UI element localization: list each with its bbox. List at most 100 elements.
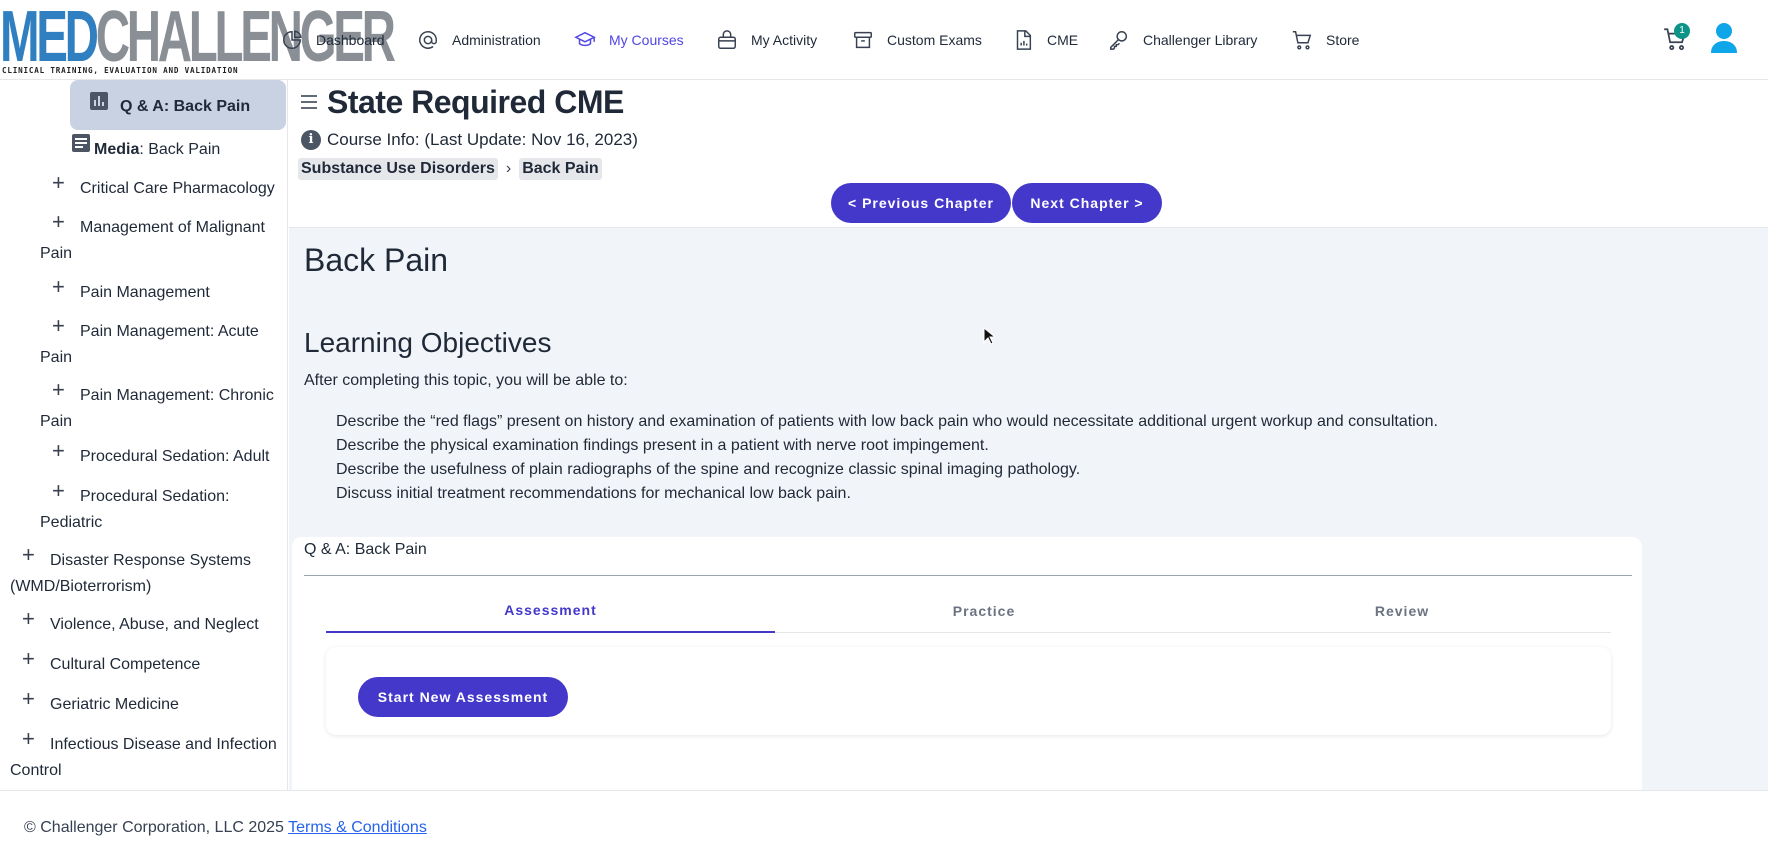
next-chapter-button[interactable]: Next Chapter > <box>1012 183 1162 223</box>
sidebar-item-procedural-sedation-pediatric[interactable]: + Procedural Sedation: Pediatric <box>40 478 287 536</box>
sidebar-item-label-wrap: Control <box>10 762 62 779</box>
sidebar-item-label: Management of Malignant <box>80 219 265 236</box>
nav-my-activity[interactable]: My Activity <box>715 26 817 54</box>
sidebar-item-label: Infectious Disease and Infection <box>50 736 277 753</box>
sidebar-item-label: Disaster Response Systems <box>50 552 251 569</box>
sidebar-item-qa-back-pain[interactable]: Q & A: Back Pain <box>70 80 286 130</box>
user-icon <box>1711 23 1737 53</box>
objective-item: Discuss initial treatment recommendation… <box>336 485 851 502</box>
sidebar-item-label-wrap: Pain <box>40 413 73 430</box>
learning-objectives-heading: Learning Objectives <box>304 327 552 358</box>
footer-copyright: © Challenger Corporation, LLC 2025 Terms… <box>24 819 427 837</box>
breadcrumb-item-back-pain[interactable]: Back Pain <box>519 158 602 180</box>
terms-link[interactable]: Terms & Conditions <box>288 819 427 836</box>
sidebar-item-management-malignant-pain[interactable]: + Management of Malignant Pain <box>40 209 287 267</box>
nav-custom-exams-label: Custom Exams <box>887 32 982 48</box>
breadcrumb-item-substance-use[interactable]: Substance Use Disorders <box>298 158 498 180</box>
nav-store-label: Store <box>1326 32 1360 48</box>
divider <box>304 575 1632 576</box>
nav-my-courses-label: My Courses <box>609 32 684 48</box>
document-chart-icon <box>1011 28 1035 52</box>
sidebar-item-pain-management-acute[interactable]: + Pain Management: Acute Pain <box>40 313 287 371</box>
nav-challenger-library-label: Challenger Library <box>1143 32 1258 48</box>
course-sidebar: Q & A: Back Pain Media: Back Pain + Crit… <box>0 80 288 790</box>
cart-count-badge: 1 <box>1674 23 1690 39</box>
media-label: : Back Pain <box>139 141 221 158</box>
tab-review[interactable]: Review <box>1193 589 1611 633</box>
nav-my-courses[interactable]: My Courses <box>573 26 684 54</box>
breadcrumb: Substance Use Disorders › Back Pain <box>298 158 602 180</box>
course-header: State Required CME i Course Info: (Last … <box>289 80 1768 228</box>
course-info: i Course Info: (Last Update: Nov 16, 202… <box>301 130 638 150</box>
copyright-text: © Challenger Corporation, LLC 2025 <box>24 819 284 836</box>
info-icon[interactable]: i <box>301 130 321 150</box>
nav-dashboard[interactable]: Dashboard <box>280 26 385 54</box>
expand-plus-icon: + <box>52 274 65 299</box>
sidebar-item-label: Geriatric Medicine <box>50 696 179 713</box>
nav-dashboard-label: Dashboard <box>316 32 385 48</box>
nav-custom-exams[interactable]: Custom Exams <box>851 26 982 54</box>
archive-icon <box>851 28 875 52</box>
sidebar-item-label: Critical Care Pharmacology <box>80 180 275 197</box>
expand-plus-icon: + <box>22 646 35 671</box>
tab-practice[interactable]: Practice <box>775 589 1193 633</box>
sidebar-item-label-wrap: Pain <box>40 349 73 366</box>
topic-title: Back Pain <box>304 242 449 278</box>
nav-my-activity-label: My Activity <box>751 32 818 48</box>
qa-tabs: Assessment Practice Review <box>326 589 1611 633</box>
mouse-cursor-icon <box>983 326 997 350</box>
pie-chart-icon <box>280 28 304 52</box>
expand-plus-icon: + <box>52 209 65 234</box>
nav-administration[interactable]: Administration <box>416 26 541 54</box>
sidebar-item-label-wrap: Pediatric <box>40 514 103 531</box>
graduation-cap-icon <box>573 28 597 52</box>
sidebar-item-infectious-disease[interactable]: + Infectious Disease and Infection Contr… <box>10 726 287 784</box>
nav-store[interactable]: Store <box>1290 26 1359 54</box>
nav-cme-label: CME <box>1047 32 1079 48</box>
expand-plus-icon: + <box>22 606 35 631</box>
nav-challenger-library[interactable]: Challenger Library <box>1107 26 1257 54</box>
user-avatar[interactable] <box>1710 22 1738 54</box>
sidebar-item-label: Procedural Sedation: <box>80 488 230 505</box>
briefcase-icon <box>715 28 739 52</box>
expand-plus-icon: + <box>22 686 35 711</box>
expand-plus-icon: + <box>22 542 35 567</box>
nav-cme[interactable]: CME <box>1011 26 1078 54</box>
objective-item: Describe the physical examination findin… <box>336 437 989 454</box>
sidebar-item-pain-management[interactable]: + Pain Management <box>40 274 287 306</box>
expand-plus-icon: + <box>22 726 35 751</box>
expand-plus-icon: + <box>52 170 65 195</box>
expand-plus-icon: + <box>52 313 65 338</box>
nav-administration-label: Administration <box>452 32 541 48</box>
sidebar-item-label: Q & A: Back Pain <box>120 98 251 115</box>
sidebar-item-pain-management-chronic[interactable]: + Pain Management: Chronic Pain <box>40 377 287 435</box>
sidebar-item-critical-care-pharmacology[interactable]: + Critical Care Pharmacology <box>40 170 287 202</box>
sidebar-item-label: Procedural Sedation: Adult <box>80 448 270 465</box>
objective-item: Describe the “red flags” present on hist… <box>336 413 1438 430</box>
bar-chart-icon <box>90 92 108 115</box>
expand-plus-icon: + <box>52 478 65 503</box>
sidebar-item-disaster-response[interactable]: + Disaster Response Systems (WMD/Bioterr… <box>10 542 287 600</box>
hamburger-menu-icon[interactable] <box>299 92 319 117</box>
key-icon <box>1107 28 1131 52</box>
qa-card-title: Q & A: Back Pain <box>304 541 427 558</box>
start-new-assessment-button[interactable]: Start New Assessment <box>358 677 568 717</box>
logo-tagline: CLINICAL TRAINING, EVALUATION AND VALIDA… <box>2 66 239 75</box>
learning-objectives-list: Describe the “red flags” present on hist… <box>336 410 1438 506</box>
sidebar-item-geriatric-medicine[interactable]: + Geriatric Medicine <box>10 686 287 718</box>
main-content: State Required CME i Course Info: (Last … <box>289 80 1768 797</box>
sidebar-item-violence-abuse-neglect[interactable]: + Violence, Abuse, and Neglect <box>10 606 287 638</box>
media-bold-label: Media <box>94 141 140 158</box>
medchallenger-logo[interactable]: MEDCHALLENGER CLINICAL TRAINING, EVALUAT… <box>0 1 396 78</box>
objective-item: Describe the usefulness of plain radiogr… <box>336 461 1081 478</box>
sidebar-item-label: Pain Management: Acute <box>80 323 259 340</box>
sidebar-item-label: Cultural Competence <box>50 656 201 673</box>
at-sign-icon <box>416 28 440 52</box>
tab-assessment[interactable]: Assessment <box>326 589 775 633</box>
footer: © Challenger Corporation, LLC 2025 Terms… <box>0 790 1768 868</box>
chevron-right-icon: › <box>505 160 512 177</box>
sidebar-item-label: Pain Management: Chronic <box>80 387 274 404</box>
sidebar-item-cultural-competence[interactable]: + Cultural Competence <box>10 646 287 678</box>
previous-chapter-button[interactable]: < Previous Chapter <box>831 183 1011 223</box>
sidebar-item-procedural-sedation-adult[interactable]: + Procedural Sedation: Adult <box>40 438 287 470</box>
